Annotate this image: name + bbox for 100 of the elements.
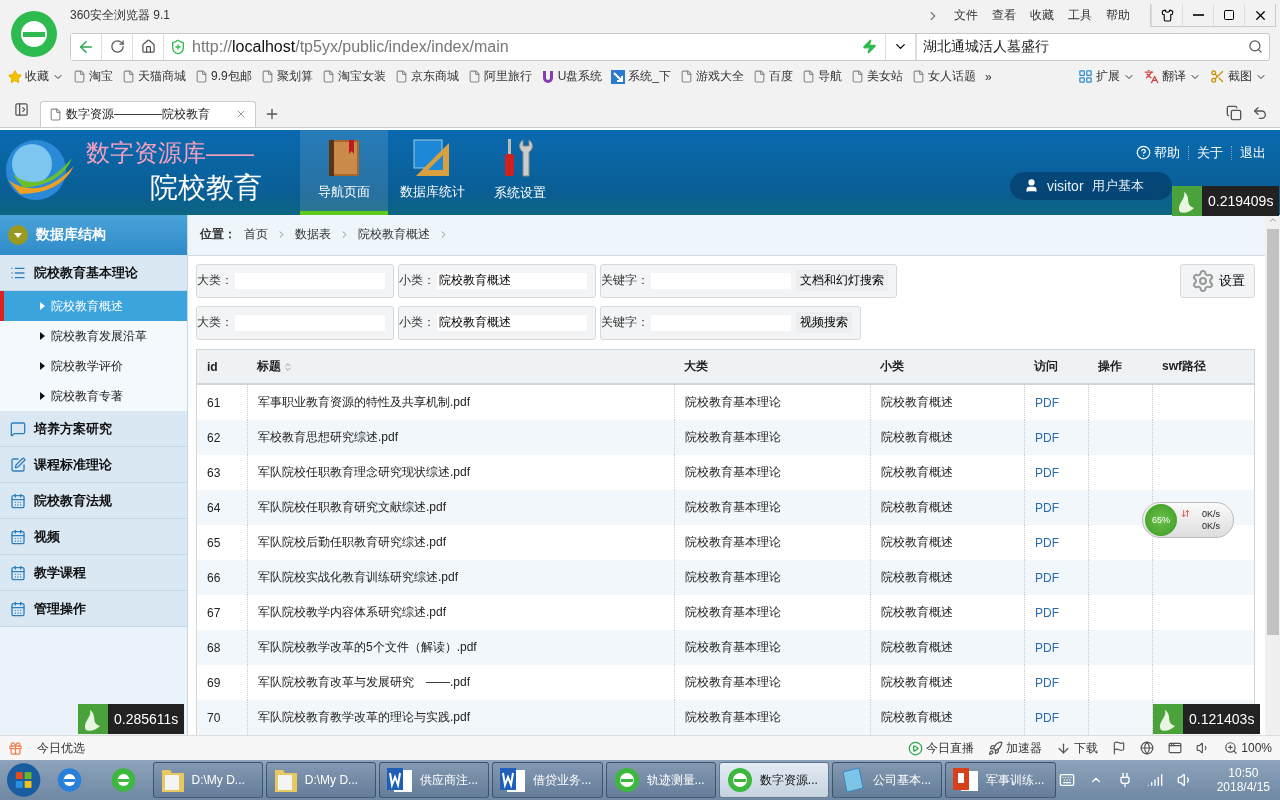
tabs-icon[interactable]	[1226, 104, 1242, 121]
sidebar-group[interactable]: 教学课程	[0, 555, 187, 592]
sidebar-group[interactable]: 院校教育法规	[0, 483, 187, 520]
keyboard-icon[interactable]	[1058, 772, 1075, 789]
toolbar-button[interactable]: 翻译	[1144, 68, 1201, 86]
bookmark[interactable]: 百度	[753, 68, 794, 86]
nav-tab[interactable]: 数据库统计	[388, 129, 476, 216]
settings-button[interactable]: 设置	[1180, 263, 1255, 298]
taskbar-button[interactable]: 轨迹测量...	[605, 762, 716, 799]
header-link[interactable]: 关于	[1197, 143, 1223, 162]
sidebar-item[interactable]: 院校教育发展沿革	[0, 321, 187, 352]
user-pill[interactable]: visitor 用户基本	[1010, 171, 1172, 200]
dropdown-circle-icon	[8, 225, 28, 246]
bookmark[interactable]: 游戏大全	[680, 68, 745, 86]
start-button[interactable]	[6, 762, 42, 799]
bookmark[interactable]: 收藏	[8, 68, 64, 86]
bookmark[interactable]: 导航	[802, 68, 843, 86]
download-speed: 0K/s	[1202, 521, 1220, 531]
more-bookmarks[interactable]: »	[985, 69, 992, 84]
taskbar-button[interactable]: 借贷业务...	[492, 762, 603, 799]
sidebar-group[interactable]: 课程标准理论	[0, 447, 187, 484]
flag-icon[interactable]	[1112, 741, 1127, 756]
field-label: 大类：	[197, 314, 233, 332]
sidebar-group[interactable]: 培养方案研究	[0, 411, 187, 448]
zoom-level[interactable]: 100%	[1224, 741, 1272, 756]
translate-icon	[1144, 69, 1159, 85]
search-field[interactable]: 湖北通城活人墓盛行	[916, 33, 1269, 60]
column-header: 大类	[683, 358, 709, 376]
globe-icon[interactable]	[1140, 741, 1155, 756]
sidebar-group[interactable]: 院校教育基本理论	[0, 255, 187, 292]
header-link[interactable]: 退出	[1240, 143, 1266, 162]
menu-item[interactable]: 工具	[1068, 7, 1092, 25]
calendar-icon	[10, 492, 26, 509]
speed-icon[interactable]	[862, 39, 877, 55]
url-field[interactable]: http://localhost/tp5yx/public/index/index/main	[186, 37, 862, 56]
app-subtitle: 院校教育	[150, 171, 262, 206]
caret-icon	[40, 302, 45, 311]
sidebar-item[interactable]: 院校教学评价	[0, 351, 187, 382]
table-cell-text: 65	[206, 534, 222, 552]
bookmark[interactable]: 聚划算	[260, 68, 313, 86]
taskbar-button[interactable]: 数字资源...	[718, 762, 830, 799]
status-link[interactable]: 下载	[1056, 739, 1099, 757]
undo-icon[interactable]	[1252, 104, 1268, 121]
search-button[interactable]: 视频搜索	[796, 312, 852, 334]
breadcrumb-link[interactable]: 首页	[244, 226, 268, 244]
bookmark[interactable]: 淘宝	[73, 68, 113, 86]
toolbar-button[interactable]: 扩展	[1078, 68, 1135, 86]
sidebar-group[interactable]: 视频	[0, 519, 187, 556]
page-icon	[912, 70, 926, 84]
breadcrumb-link[interactable]: 院校教育概述	[358, 226, 430, 244]
nav-tab[interactable]: 系统设置	[476, 129, 564, 216]
table-cell-text: 70	[206, 709, 222, 727]
caret-icon	[40, 392, 45, 401]
toolbar-button[interactable]: 截图	[1210, 68, 1267, 86]
search-button[interactable]: 文档和幻灯搜索	[796, 270, 888, 292]
bookmark[interactable]: 京东商城	[394, 68, 459, 86]
bookmark[interactable]: 9.9包邮	[195, 68, 252, 86]
status-link[interactable]: 今日直播	[908, 739, 975, 757]
table-cell-text: 63	[206, 464, 222, 482]
bookmark[interactable]: 美女站	[851, 68, 904, 86]
table-cell-text: 67	[206, 604, 222, 622]
browser-logo	[10, 10, 58, 58]
shield-icon	[170, 38, 186, 55]
breadcrumb-label: 位置：	[200, 226, 236, 244]
bookmark[interactable]: 系统_下	[611, 68, 672, 86]
column-header[interactable]: 标题	[247, 350, 674, 384]
nav-tab[interactable]: 导航页面	[300, 129, 388, 216]
breadcrumb-link[interactable]: 数据表	[295, 226, 331, 244]
taskbar-button[interactable]: 军事训练...	[945, 762, 1056, 799]
browser-tab[interactable]: 数字资源————院校教育	[40, 100, 256, 127]
bookmark[interactable]: 阿里旅行	[467, 68, 532, 86]
header-link[interactable]: 帮助	[1136, 143, 1180, 162]
taskbar-button[interactable]: D:\My D...	[152, 762, 263, 799]
speed-widget[interactable]: 65% 0K/s 0K/s	[1142, 502, 1234, 538]
transfer-icon	[1181, 509, 1190, 518]
scrollbar[interactable]	[1265, 215, 1280, 736]
sidebar-item[interactable]: 院校教育专著	[0, 381, 187, 412]
sidebar-toggle-icon[interactable]	[14, 101, 29, 117]
subcategory-field[interactable]: 院校教育概述	[437, 314, 587, 331]
bookmark[interactable]: 天猫商城	[122, 68, 186, 86]
taskbar-button[interactable]: 供应商注...	[379, 762, 490, 799]
window-icon[interactable]	[1168, 741, 1183, 756]
bookmark[interactable]: 淘宝女装	[321, 68, 386, 86]
menu-item[interactable]: 文件	[954, 7, 978, 25]
menu-item[interactable]: 查看	[992, 7, 1016, 25]
menu-item[interactable]: 收藏	[1030, 7, 1054, 25]
search-icon	[1248, 39, 1263, 55]
taskbar-button[interactable]: D:\My D...	[265, 762, 377, 799]
table-cell-text: 66	[206, 569, 222, 587]
status-link[interactable]: 加速器	[988, 739, 1043, 757]
back-button[interactable]	[71, 33, 102, 60]
user-icon	[1024, 178, 1039, 194]
bookmark[interactable]: U盘系统	[540, 68, 603, 86]
status-link[interactable]: 今日优选	[37, 739, 85, 757]
flame-icon	[78, 704, 108, 734]
subcategory-field[interactable]: 院校教育概述	[437, 272, 587, 289]
bookmark[interactable]: 女人话题	[912, 68, 977, 86]
menu-item[interactable]: 帮助	[1106, 7, 1130, 25]
signal-icon[interactable]	[1146, 772, 1163, 789]
sidebar-group[interactable]: 管理操作	[0, 591, 187, 628]
